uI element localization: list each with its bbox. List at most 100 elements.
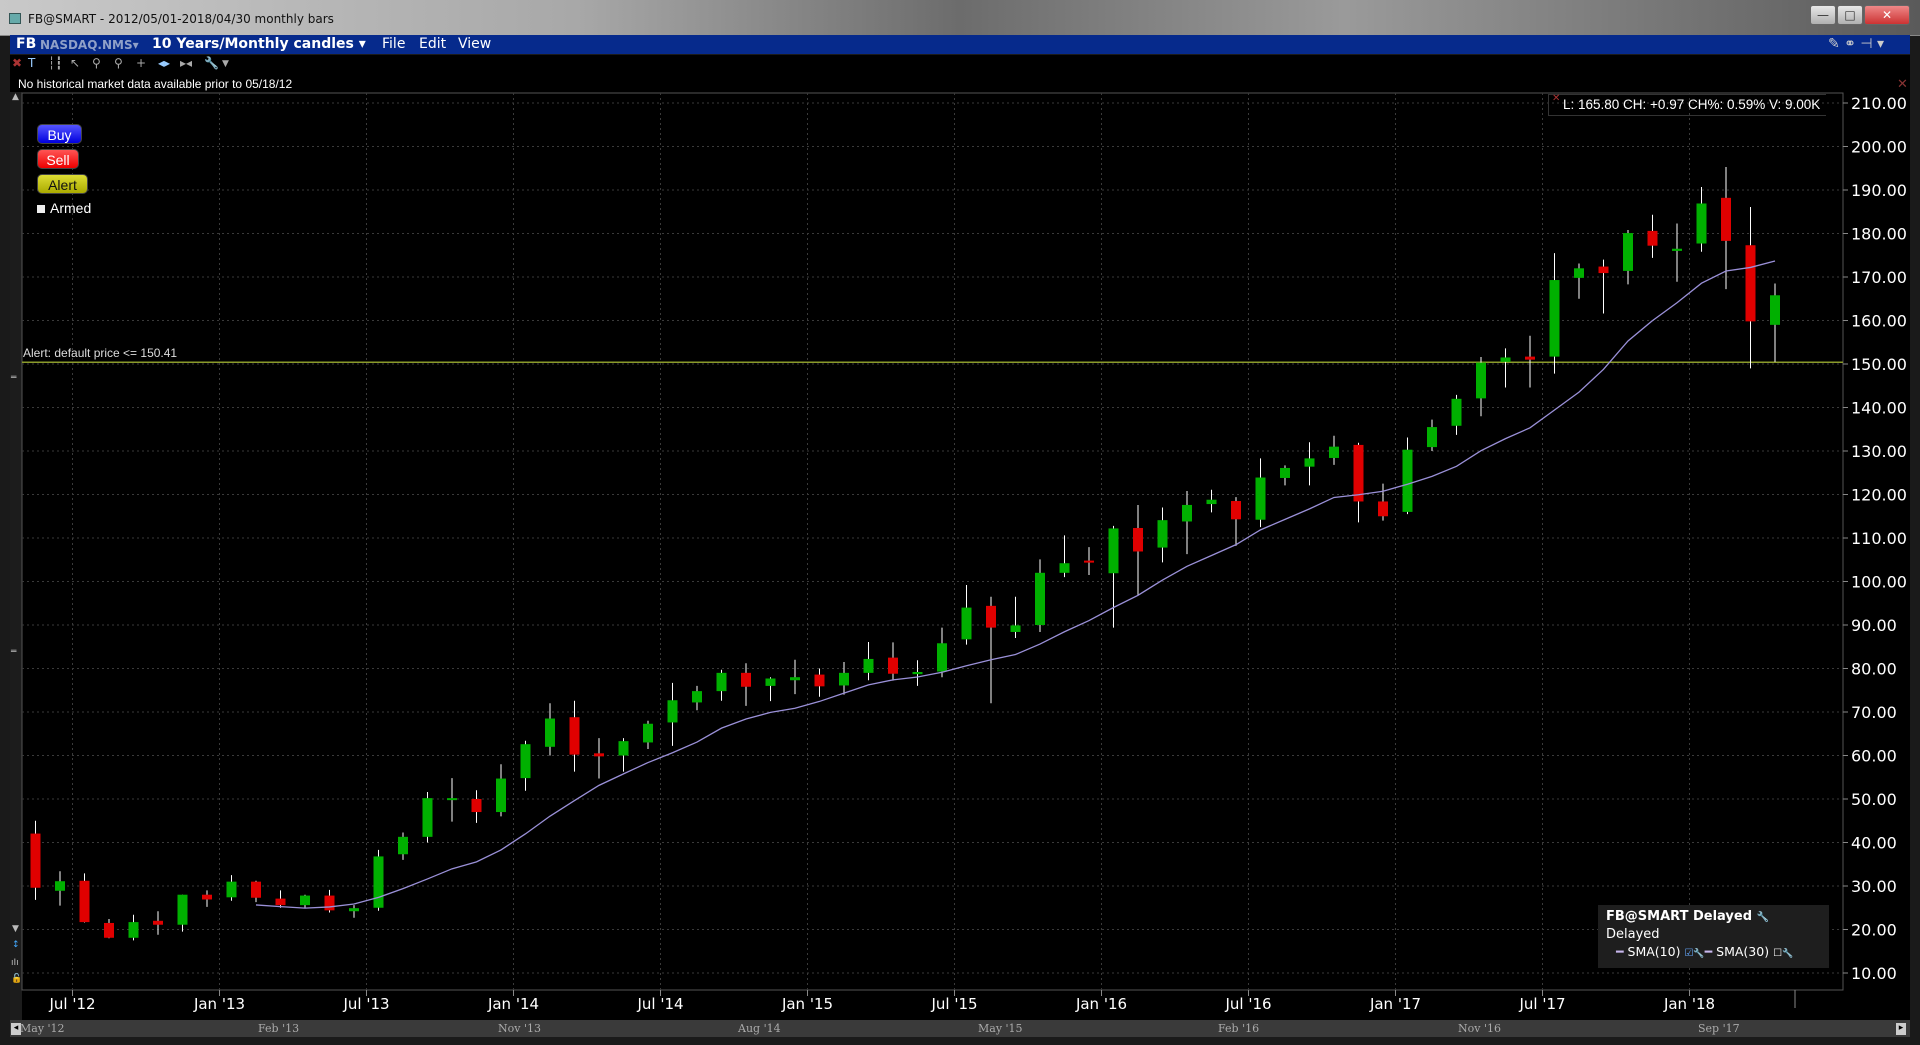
candle-body [324, 895, 335, 911]
close-chart-icon[interactable]: ✕ [1897, 77, 1908, 92]
x-tick-label: Jul '14 [636, 995, 683, 1013]
candlestick-chart[interactable]: 10.00 20.00 30.00 40.00 50.00 60.00 70.00 80.00… [0, 0, 1920, 1045]
y-tick-label: 200.00 [1851, 138, 1907, 157]
y-tick-label: 80.00 [1851, 660, 1897, 679]
sma10-line [255, 260, 1776, 909]
wrench-icon[interactable]: 🔧 [1782, 949, 1793, 959]
plot-frame [21, 92, 1844, 991]
candle-body [275, 898, 286, 906]
y-tick-label: 10.00 [1851, 964, 1897, 983]
candle-body [1598, 266, 1609, 274]
candle-body [1623, 233, 1633, 271]
candle-body [1280, 467, 1290, 478]
y-tick-label: 40.00 [1851, 834, 1897, 853]
legend-status: Delayed [1606, 927, 1660, 942]
x-tick-label: Jul '15 [930, 995, 977, 1013]
candle-body [1402, 449, 1413, 512]
candle-body [1427, 427, 1437, 448]
armed-checkbox[interactable]: Armed [37, 200, 91, 216]
close-info-icon[interactable]: ✕ [1552, 93, 1560, 104]
candle-body [618, 741, 629, 756]
candle-body [1231, 501, 1241, 520]
y-tick-label: 180.00 [1851, 225, 1907, 244]
x-tick-label: Jul '12 [48, 995, 95, 1013]
price-info-text: L: 165.80 CH: +0.97 CH%: 0.59% V: 9.00K [1563, 97, 1821, 112]
legend-title-row: FB@SMART Delayed 🔧 [1606, 909, 1821, 924]
y-tick-label: 130.00 [1851, 442, 1907, 461]
candle-body [104, 922, 114, 938]
candle-body [422, 798, 433, 837]
wrench-icon[interactable]: 🔧 [1693, 949, 1704, 959]
candle-body [1745, 245, 1756, 322]
scroll-label: May '12 [20, 1022, 65, 1035]
armed-label: Armed [50, 200, 92, 216]
scroll-label: Nov '16 [1458, 1022, 1501, 1035]
candle-body [1157, 520, 1168, 548]
candle-body [496, 778, 506, 813]
candle-body [1329, 446, 1339, 458]
price-info-box: ✕ L: 165.80 CH: +0.97 CH%: 0.59% V: 9.00K [1548, 93, 1827, 116]
legend-studies: ━ SMA(10) ☑🔧━ SMA(30) ☐🔧 [1606, 944, 1821, 959]
candle-body [153, 920, 163, 925]
candle-body [520, 744, 531, 779]
scroll-label: Aug '14 [738, 1022, 781, 1035]
candle-body [643, 723, 653, 743]
candle-body [839, 672, 849, 686]
candle-body [1378, 501, 1388, 517]
candle-body [1696, 203, 1707, 244]
candle-body [961, 607, 972, 640]
x-tick-label: Jul '17 [1518, 995, 1565, 1013]
scroll-label: Feb '16 [1218, 1022, 1260, 1035]
candle-body [986, 605, 996, 628]
x-tick-label: Jan '17 [1369, 995, 1421, 1013]
alert-line-label: Alert: default price <= 150.41 [23, 346, 178, 360]
candle-body [888, 657, 898, 674]
x-tick-label: Jan '16 [1075, 995, 1127, 1013]
candle-body [1647, 230, 1658, 246]
chart-legend: FB@SMART Delayed 🔧 Delayed ━ SMA(10) ☑🔧━… [1598, 905, 1829, 968]
sma30-checkbox[interactable]: ☐ [1773, 948, 1782, 959]
y-tick-label: 120.00 [1851, 486, 1907, 505]
y-tick-label: 110.00 [1851, 529, 1907, 548]
candle-body [471, 799, 482, 813]
candle-body [79, 880, 90, 923]
candle-body [716, 672, 727, 692]
candle-body [1035, 572, 1045, 625]
y-tick-label: 190.00 [1851, 181, 1907, 200]
y-tick-label: 90.00 [1851, 616, 1897, 635]
time-scrollbar[interactable]: ◂ May '12 Feb '13 Nov '13 Aug '14 May '1… [10, 1020, 1910, 1037]
alert-button[interactable]: Alert [37, 174, 88, 194]
candle-body [863, 658, 874, 673]
candle-body [447, 798, 457, 801]
candle-body [55, 881, 65, 891]
x-tick-label: Jan '14 [487, 995, 539, 1013]
candle-body [1133, 527, 1143, 552]
scroll-right-icon[interactable]: ▸ [1896, 1023, 1906, 1035]
y-tick-label: 60.00 [1851, 747, 1897, 766]
buy-button[interactable]: Buy [37, 124, 82, 144]
candle-body [1770, 295, 1780, 325]
x-tick-label: Jul '16 [1224, 995, 1271, 1013]
candle-body [1476, 362, 1486, 399]
candle-body [545, 718, 555, 747]
candle-body [226, 881, 237, 898]
wrench-icon[interactable]: 🔧 [1757, 912, 1769, 923]
sma30-label: SMA(30) [1716, 944, 1770, 959]
candle-body [790, 677, 800, 681]
candle-body [177, 894, 188, 925]
candle-body [1084, 560, 1094, 563]
checkbox-icon[interactable] [37, 205, 45, 213]
sell-button[interactable]: Sell [37, 149, 79, 169]
x-tick-label: Jan '15 [781, 995, 833, 1013]
candle-body [1206, 499, 1217, 505]
scroll-label: Sep '17 [1698, 1022, 1740, 1035]
x-tick-label: Jan '13 [193, 995, 245, 1013]
candle-body [1059, 563, 1070, 573]
y-tick-label: 20.00 [1851, 921, 1897, 940]
legend-title: FB@SMART Delayed [1606, 909, 1753, 924]
candle-body [814, 674, 825, 687]
candle-body [594, 753, 604, 757]
candle-body [300, 895, 310, 906]
y-tick-label: 70.00 [1851, 703, 1897, 722]
y-tick-label: 210.00 [1851, 94, 1907, 113]
